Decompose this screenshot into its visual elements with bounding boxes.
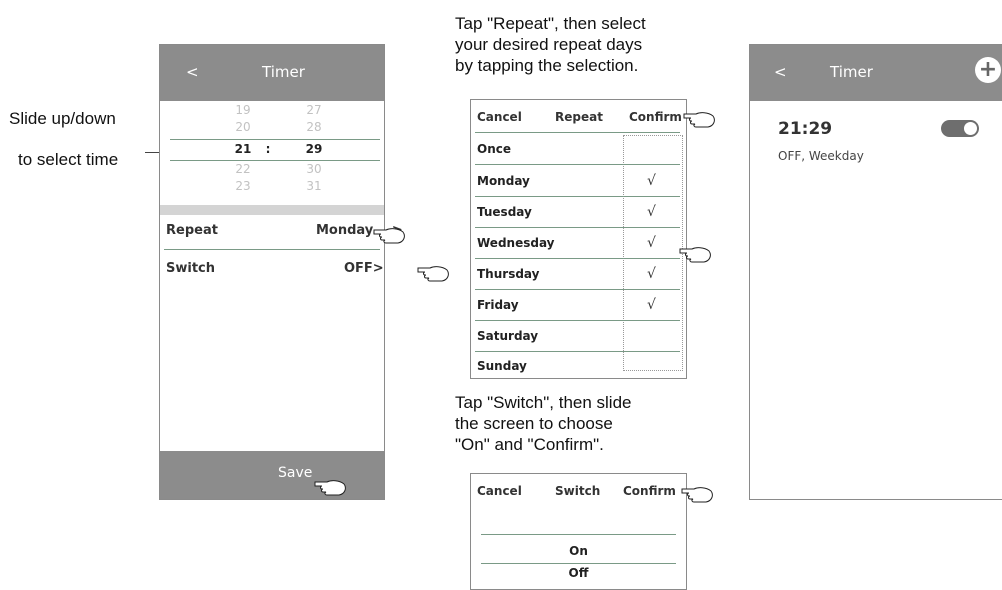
cancel-button[interactable]: Cancel (477, 110, 522, 124)
picker-divider (170, 160, 380, 161)
day-saturday[interactable]: Saturday (477, 329, 538, 343)
selection-column (623, 135, 683, 371)
repeat-dialog: Cancel Repeat Confirm Once Monday √ Tues… (470, 99, 687, 379)
timer-list-screen: < Timer + 21:29 OFF, Weekday (749, 44, 1002, 500)
confirm-button[interactable]: Confirm (629, 110, 682, 124)
timer-entry-desc: OFF, Weekday (778, 149, 864, 163)
switch-label: Switch (166, 261, 216, 276)
row-divider (475, 227, 680, 228)
minute-option[interactable]: 28 (299, 120, 329, 134)
row-divider (475, 196, 680, 197)
hour-selected[interactable]: 21 (228, 142, 258, 156)
option-on[interactable]: On (471, 544, 686, 558)
day-once[interactable]: Once (477, 142, 511, 156)
hour-option[interactable]: 23 (228, 179, 258, 193)
section-divider (160, 205, 384, 215)
switch-value: OFF> (344, 261, 384, 276)
page-title: Timer (262, 63, 305, 81)
day-sunday[interactable]: Sunday (477, 359, 527, 373)
hour-option[interactable]: 20 (228, 120, 258, 134)
row-divider (475, 132, 680, 133)
switch-row[interactable]: Switch OFF> (160, 257, 384, 283)
hand-pointer-icon (373, 228, 405, 244)
hour-option[interactable]: 19 (228, 103, 258, 117)
row-divider (475, 351, 680, 352)
option-off[interactable]: Off (471, 566, 686, 580)
picker-divider (481, 534, 676, 535)
instruction-line: the screen to choose (455, 414, 613, 433)
row-divider (475, 320, 680, 321)
minute-option[interactable]: 27 (299, 103, 329, 117)
row-divider (164, 249, 380, 250)
instruction-slide: Slide up/down to select time (9, 108, 118, 170)
instruction-line: by tapping the selection. (455, 56, 639, 75)
day-monday[interactable]: Monday (477, 174, 530, 188)
switch-dialog: Cancel Switch Confirm On Off (470, 473, 687, 590)
picker-divider (170, 139, 380, 140)
header-bar: < Timer + (750, 45, 1002, 101)
back-button[interactable]: < (186, 63, 199, 81)
time-picker[interactable]: 19 20 21 22 23 : 27 28 29 30 31 (160, 101, 384, 205)
day-friday[interactable]: Friday (477, 298, 519, 312)
row-divider (475, 258, 680, 259)
instruction-line: Tap "Switch", then slide (455, 393, 632, 412)
minute-selected[interactable]: 29 (299, 142, 329, 156)
hand-pointer-icon (417, 266, 449, 282)
check-mark-icon: √ (647, 266, 656, 282)
instruction-line: "On" and "Confirm". (455, 435, 604, 454)
timer-entry-time: 21:29 (778, 119, 833, 139)
hand-pointer-icon (683, 112, 715, 128)
timer-toggle[interactable] (941, 120, 979, 137)
day-wednesday[interactable]: Wednesday (477, 236, 555, 250)
add-timer-button[interactable]: + (975, 57, 1001, 83)
hand-pointer-icon (314, 480, 346, 496)
save-label: Save (278, 465, 313, 481)
hour-option[interactable]: 22 (228, 162, 258, 176)
header-bar: < Timer (160, 45, 384, 101)
row-divider (475, 289, 680, 290)
instruction-line: Slide up/down (9, 109, 116, 128)
repeat-row[interactable]: Repeat Monday....> (160, 219, 403, 245)
dialog-title: Repeat (555, 110, 603, 124)
minute-option[interactable]: 31 (299, 179, 329, 193)
picker-divider (481, 563, 676, 564)
instruction-repeat: Tap "Repeat", then select your desired r… (455, 13, 646, 76)
check-mark-icon: √ (647, 235, 656, 251)
hand-pointer-icon (681, 487, 713, 503)
instruction-line: to select time (18, 150, 119, 169)
dialog-title: Switch (555, 484, 601, 498)
check-mark-icon: √ (647, 173, 656, 189)
row-divider (475, 164, 680, 165)
back-button[interactable]: < (774, 63, 787, 81)
day-thursday[interactable]: Thursday (477, 267, 539, 281)
minute-option[interactable]: 30 (299, 162, 329, 176)
time-separator: : (265, 142, 271, 156)
confirm-button[interactable]: Confirm (623, 484, 676, 498)
toggle-knob (964, 122, 977, 135)
instruction-switch: Tap "Switch", then slide the screen to c… (455, 392, 632, 455)
page-title: Timer (830, 63, 873, 81)
instruction-line: Tap "Repeat", then select (455, 14, 646, 33)
day-tuesday[interactable]: Tuesday (477, 205, 532, 219)
instruction-line: your desired repeat days (455, 35, 643, 54)
repeat-label: Repeat (166, 223, 218, 238)
timer-edit-screen: < Timer 19 20 21 22 23 : 27 28 29 30 31 … (159, 44, 403, 500)
cancel-button[interactable]: Cancel (477, 484, 522, 498)
hand-pointer-icon (679, 247, 711, 263)
check-mark-icon: √ (647, 204, 656, 220)
save-button[interactable]: Save (160, 451, 384, 499)
check-mark-icon: √ (647, 297, 656, 313)
